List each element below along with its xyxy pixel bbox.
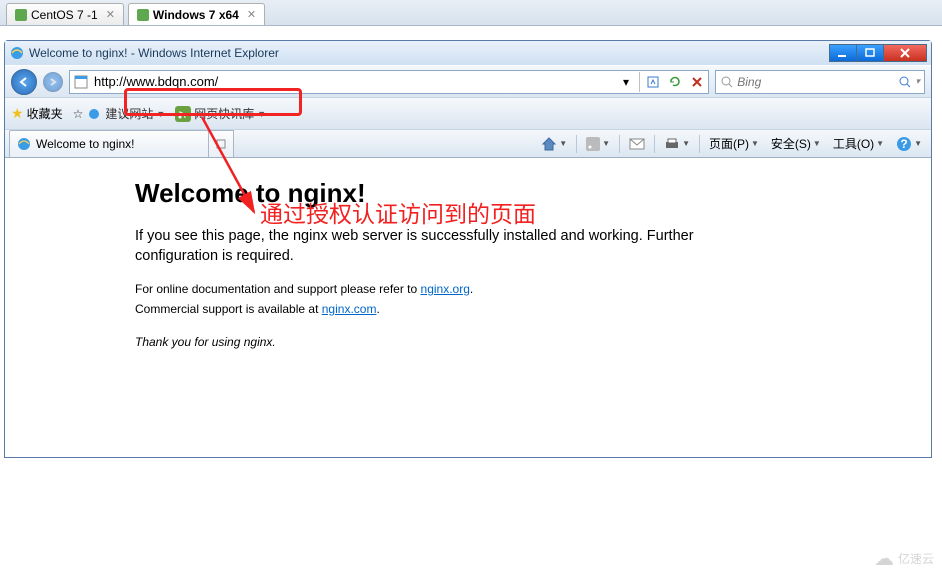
page-icon [73, 74, 89, 90]
tools-menu-button[interactable]: 工具(O) ▼ [830, 133, 887, 154]
svg-text:?: ? [900, 137, 907, 151]
ie-logo-icon [86, 106, 102, 122]
dropdown-icon[interactable]: ▾ [915, 76, 920, 87]
dropdown-icon[interactable]: ▾ [615, 71, 637, 93]
safety-menu-label: 安全(S) [771, 135, 811, 152]
nginx-org-link[interactable]: nginx.org [421, 282, 470, 296]
print-button[interactable]: ▼ [661, 135, 693, 153]
close-icon[interactable]: ✕ [247, 8, 256, 21]
back-button[interactable] [11, 69, 37, 95]
read-mail-button[interactable] [626, 135, 648, 153]
home-icon [541, 136, 557, 152]
vm-tab-centos[interactable]: CentOS 7 -1 ✕ [6, 3, 124, 25]
vm-icon [137, 9, 149, 21]
suggested-sites-button[interactable]: ☆ 建议网站 ▼ [73, 105, 166, 122]
nginx-para3: Thank you for using nginx. [135, 333, 705, 353]
help-icon: ? [896, 136, 912, 152]
star-add-icon: ☆ [73, 107, 84, 121]
forward-button[interactable] [43, 72, 63, 92]
stop-button[interactable] [686, 71, 708, 93]
window-buttons [830, 44, 927, 62]
nginx-para2: For online documentation and support ple… [135, 280, 705, 319]
ie-window: Welcome to nginx! - Windows Internet Exp… [4, 40, 932, 458]
command-bar: ▼ ▼ ▼ 页面(P) ▼ 安全(S) ▼ 工具(O) ▼ ?▼ [538, 130, 931, 157]
vm-tab-strip: CentOS 7 -1 ✕ Windows 7 x64 ✕ [0, 0, 942, 26]
vm-tab-label: CentOS 7 -1 [31, 8, 98, 22]
ie-logo-icon [16, 136, 32, 152]
vm-tab-label: Windows 7 x64 [153, 8, 239, 22]
ie-favorites-toolbar: ★ 收藏夹 ☆ 建议网站 ▼ 网页快讯库 ▼ [5, 97, 931, 129]
url-input[interactable] [92, 72, 615, 92]
mail-icon [629, 137, 645, 151]
ie-titlebar: Welcome to nginx! - Windows Internet Exp… [5, 41, 931, 65]
rss-icon [586, 137, 600, 151]
favorites-button[interactable]: ★ 收藏夹 [11, 105, 63, 122]
safety-menu-button[interactable]: 安全(S) ▼ [768, 133, 824, 154]
ie-logo-icon [9, 45, 25, 61]
search-icon [720, 75, 733, 89]
search-box[interactable]: ▾ [715, 70, 925, 94]
minimize-button[interactable] [829, 44, 857, 62]
star-icon: ★ [11, 105, 24, 122]
cloud-icon: ☁ [874, 546, 894, 571]
page-tab-title: Welcome to nginx! [36, 137, 135, 151]
address-bar[interactable]: ▾ [69, 70, 709, 94]
favorites-label: 收藏夹 [27, 105, 63, 122]
rss-green-icon [175, 106, 191, 122]
printer-icon [664, 137, 680, 151]
annotation-text: 通过授权认证访问到的页面 [260, 195, 536, 229]
chevron-down-icon: ▼ [257, 109, 266, 119]
page-menu-label: 页面(P) [709, 135, 749, 152]
vm-icon [15, 9, 27, 21]
close-icon[interactable]: ✕ [106, 8, 115, 21]
tools-menu-label: 工具(O) [833, 135, 874, 152]
feeds-button[interactable]: ▼ [583, 135, 613, 153]
ie-address-toolbar: ▾ ▾ [5, 65, 931, 97]
new-tab-button[interactable] [208, 130, 234, 157]
suggested-sites-label: 建议网站 [105, 105, 153, 122]
refresh-button[interactable] [664, 71, 686, 93]
watermark-label: 亿速云 [898, 550, 934, 567]
nginx-para1: If you see this page, the nginx web serv… [135, 227, 705, 266]
ie-page-tab[interactable]: Welcome to nginx! [9, 130, 209, 157]
page-menu-button[interactable]: 页面(P) ▼ [706, 133, 762, 154]
maximize-button[interactable] [856, 44, 884, 62]
help-button[interactable]: ?▼ [893, 134, 925, 154]
close-button[interactable] [883, 44, 927, 62]
compat-view-icon[interactable] [642, 71, 664, 93]
vm-tab-windows[interactable]: Windows 7 x64 ✕ [128, 3, 265, 25]
nginx-com-link[interactable]: nginx.com [322, 302, 377, 316]
search-input[interactable] [737, 75, 894, 89]
window-title: Welcome to nginx! - Windows Internet Exp… [29, 46, 830, 60]
home-button[interactable]: ▼ [538, 134, 570, 154]
search-go-icon[interactable] [898, 75, 911, 89]
watermark: ☁ 亿速云 [874, 546, 934, 571]
web-slice-button[interactable]: 网页快讯库 ▼ [175, 105, 266, 122]
web-slice-label: 网页快讯库 [194, 105, 254, 122]
chevron-down-icon: ▼ [156, 109, 165, 119]
ie-page-tabbar: Welcome to nginx! ▼ ▼ ▼ 页面(P) ▼ 安全(S) ▼ … [5, 129, 931, 157]
